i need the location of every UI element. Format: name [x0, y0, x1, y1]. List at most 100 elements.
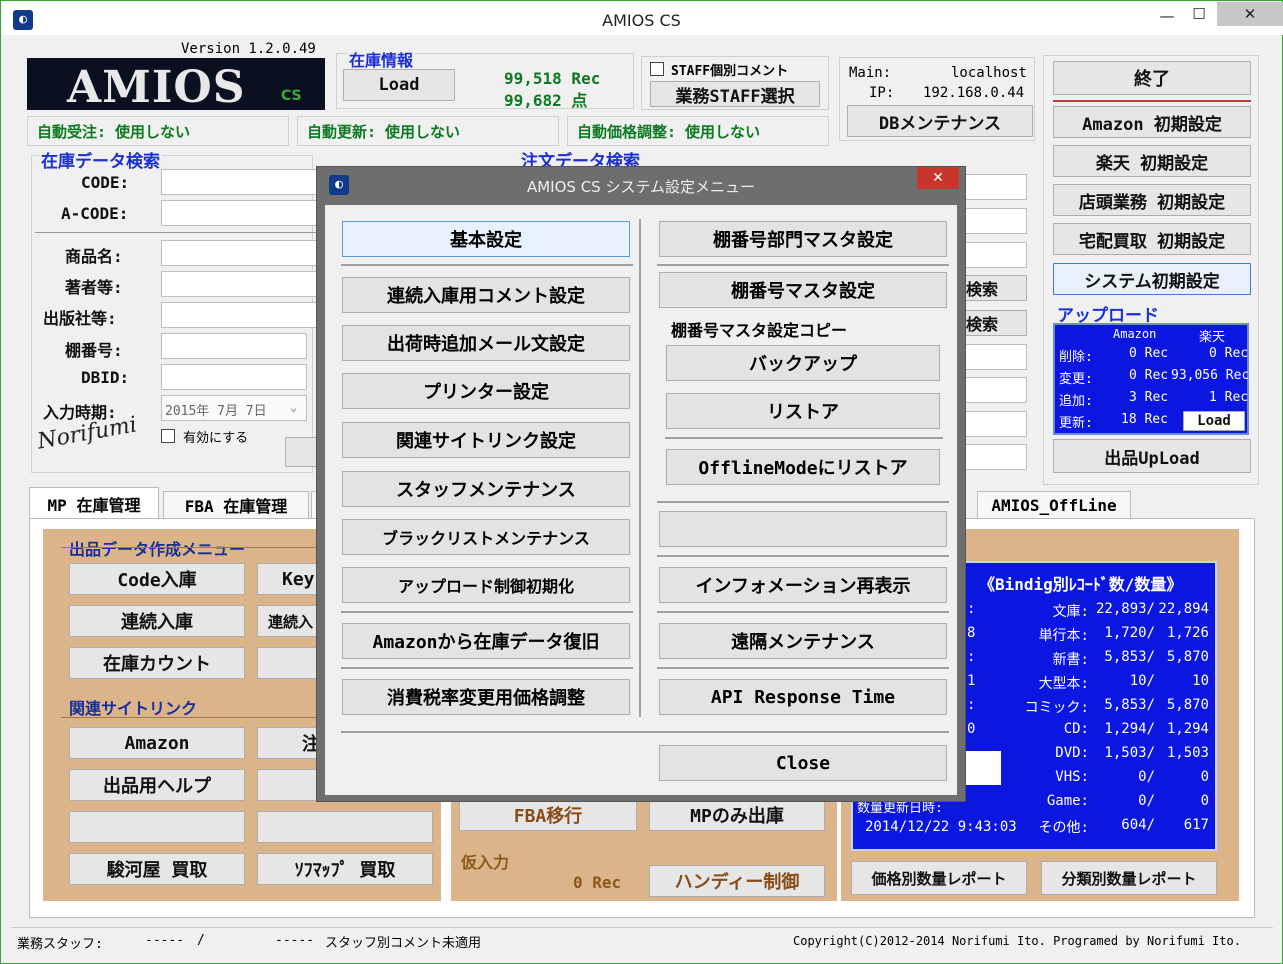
upload-row-amazon: 18 Rec: [1121, 412, 1168, 427]
order-search-button-1[interactable]: 検索: [959, 275, 1027, 301]
upload-row-label: 追加:: [1059, 394, 1093, 409]
dialog-blank-button[interactable]: [659, 511, 947, 547]
stock-load-button[interactable]: Load: [343, 69, 455, 101]
offline-restore-button[interactable]: OfflineModeにリストア: [666, 449, 940, 485]
binding-title: 《Bindig別ﾚｺｰﾄﾞ数/数量》: [979, 575, 1183, 594]
category-report-button[interactable]: 分類別数量レポート: [1041, 861, 1217, 895]
order-input-4[interactable]: [961, 344, 1027, 370]
stock-info-title: 在庫情報: [347, 47, 416, 71]
sofmap-button[interactable]: ｿﾌﾏｯﾌﾟ 買取: [257, 853, 433, 885]
api-response-button[interactable]: API Response Time: [659, 679, 947, 715]
close-window-icon[interactable]: ✕: [1217, 2, 1283, 26]
staff-select-button[interactable]: 業務STAFF選択: [650, 81, 820, 107]
upload-button[interactable]: 出品UpLoad: [1053, 439, 1251, 473]
amazon-setup-button[interactable]: Amazon 初期設定: [1053, 106, 1251, 138]
search-divider: [35, 232, 317, 233]
continuous-in-button[interactable]: 連続入庫: [69, 605, 245, 637]
publisher-label: 出版社等:: [43, 309, 117, 328]
shelf-dept-master-button[interactable]: 棚番号部門マスタ設定: [659, 221, 947, 257]
listing-blank-button[interactable]: [257, 647, 317, 679]
binding-white-box: [965, 751, 1001, 785]
backup-button[interactable]: バックアップ: [666, 345, 940, 381]
restore-button[interactable]: リストア: [666, 393, 940, 429]
link-blank-button-2[interactable]: [69, 811, 245, 843]
product-name-input[interactable]: [161, 240, 321, 266]
continuous-comment-button[interactable]: 連続入庫用コメント設定: [342, 277, 630, 313]
window-title: AMIOS CS: [602, 11, 681, 30]
printer-settings-button[interactable]: プリンター設定: [342, 373, 630, 409]
divider: [657, 555, 949, 557]
key-button[interactable]: Key: [257, 563, 317, 595]
tab-fba-stock[interactable]: FBA 在庫管理: [163, 491, 309, 519]
store-setup-button[interactable]: 店頭業務 初期設定: [1053, 184, 1251, 216]
system-setup-button[interactable]: システム初期設定: [1053, 263, 1251, 295]
upload-row-amazon: 3 Rec: [1129, 390, 1169, 405]
upload-reset-button[interactable]: アップロード制御初期化: [342, 567, 630, 603]
exit-button[interactable]: 終了: [1053, 61, 1251, 95]
handy-control-button[interactable]: ハンディー制御: [649, 865, 825, 897]
rakuten-setup-button[interactable]: 楽天 初期設定: [1053, 145, 1251, 177]
divider: [341, 611, 633, 613]
stock-point-count: 99,682 点: [504, 91, 588, 110]
link-blank-button-1[interactable]: [257, 769, 317, 801]
stock-count-button[interactable]: 在庫カウント: [69, 647, 245, 679]
code-in-button[interactable]: Code入庫: [69, 563, 245, 595]
price-report-button[interactable]: 価格別数量レポート: [851, 861, 1027, 895]
order-input-6[interactable]: [961, 411, 1027, 437]
date-picker[interactable]: 2015年 7月 7日 ⌄: [161, 395, 307, 421]
binding-row-count: 22,893/: [1095, 601, 1155, 617]
temp-rec-count: 0 Rec: [573, 873, 622, 892]
dialog-close-button[interactable]: Close: [659, 745, 947, 781]
staff-maintenance-button[interactable]: スタッフメンテナンス: [342, 471, 630, 507]
info-redisplay-button[interactable]: インフォメーション再表示: [659, 567, 947, 603]
link-blank-button-3[interactable]: [257, 811, 433, 843]
shelf-input[interactable]: [161, 333, 307, 359]
dialog-close-icon[interactable]: ✕: [917, 167, 959, 189]
publisher-input[interactable]: [161, 302, 321, 328]
tab-mp-stock[interactable]: MP 在庫管理: [29, 487, 159, 519]
dbid-input[interactable]: [161, 364, 307, 390]
order-input-3[interactable]: [961, 242, 1027, 268]
mp-only-button[interactable]: MPのみ出庫: [649, 799, 825, 831]
footer-slash: /: [197, 933, 205, 948]
binding-left-digit-5: 0: [967, 721, 976, 737]
tax-price-adjust-button[interactable]: 消費税率変更用価格調整: [342, 679, 630, 715]
divider: [341, 667, 633, 669]
shelf-master-button[interactable]: 棚番号マスタ設定: [659, 272, 947, 308]
basic-settings-button[interactable]: 基本設定: [342, 221, 630, 257]
order-input-7[interactable]: [961, 444, 1027, 470]
divider: [341, 264, 633, 266]
db-maintenance-button[interactable]: DBメンテナンス: [847, 105, 1033, 137]
help-link-button[interactable]: 出品用ヘルプ: [69, 769, 245, 801]
binding-left-digit-2: :: [967, 649, 976, 665]
remote-maintenance-button[interactable]: 遠隔メンテナンス: [659, 623, 947, 659]
upload-load-button[interactable]: Load: [1183, 411, 1245, 431]
amazon-link-button[interactable]: Amazon: [69, 727, 245, 759]
site-link-settings-button[interactable]: 関連サイトリンク設定: [342, 422, 630, 458]
order-input-2[interactable]: [961, 208, 1027, 234]
surugaya-button[interactable]: 駿河屋 買取: [69, 853, 245, 885]
dialog-body: 基本設定 連続入庫用コメント設定 出荷時追加メール文設定 プリンター設定 関連サ…: [325, 205, 957, 795]
maximize-icon[interactable]: ☐: [1185, 5, 1213, 23]
fba-move-button[interactable]: FBA移行: [459, 799, 637, 831]
code-input[interactable]: [161, 169, 321, 195]
order-input-5[interactable]: [961, 377, 1027, 403]
tab-amios-offline[interactable]: AMIOS_OffLine: [977, 491, 1131, 519]
staff-comment-checkbox[interactable]: [650, 62, 664, 76]
amazon-restore-button[interactable]: Amazonから在庫データ復旧: [342, 623, 630, 659]
continuous-in-2-button[interactable]: 連続入: [257, 605, 317, 637]
binding-row-label: 大型本:: [1038, 676, 1089, 692]
acode-input[interactable]: [161, 200, 321, 226]
enable-date-checkbox[interactable]: [161, 429, 175, 443]
binding-row-count: 0/: [1138, 793, 1155, 809]
divider: [657, 611, 949, 613]
shipping-mail-button[interactable]: 出荷時追加メール文設定: [342, 325, 630, 361]
author-input[interactable]: [161, 271, 321, 297]
order-input-1[interactable]: [961, 174, 1027, 200]
minimize-icon[interactable]: —: [1153, 7, 1181, 25]
delivery-setup-button[interactable]: 宅配買取 初期設定: [1053, 223, 1251, 255]
order-search-button-2[interactable]: 検索: [959, 310, 1027, 336]
chu-link-button[interactable]: 注: [257, 727, 317, 759]
binding-row-count: 10/: [1129, 673, 1155, 689]
blacklist-maintenance-button[interactable]: ブラックリストメンテナンス: [342, 519, 630, 555]
